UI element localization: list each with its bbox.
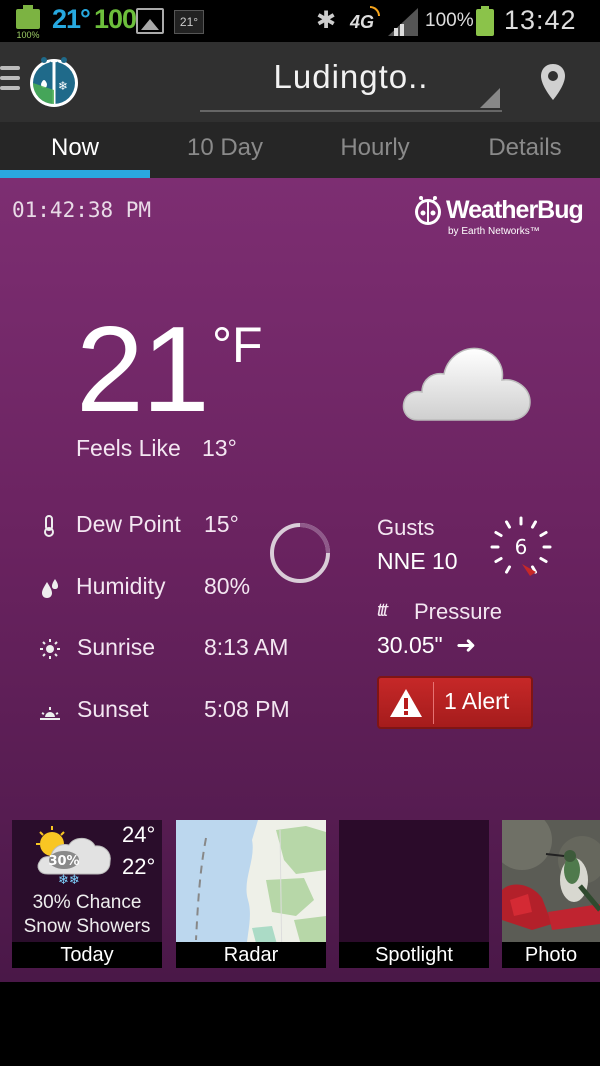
weatherbug-app-icon[interactable]: ❄ [27,54,81,108]
sunset-icon [40,707,60,720]
sunrise-icon [40,639,60,659]
today-low: 22° [122,854,156,879]
tab-10-day[interactable]: 10 Day [150,122,300,178]
current-temperature: 21 [76,301,210,437]
status-bar: 100% 21° 100 21° ✱ 4G 100% 13:42 [0,0,600,42]
gusts-value: NNE 10 [377,548,458,574]
menu-icon[interactable] [0,66,20,92]
status-temp: 21° [52,4,91,34]
today-high: 24° [122,822,156,847]
location-pin-icon[interactable] [538,62,568,102]
bottom-area [0,982,600,1066]
today-description-line2: Snow Showers [23,916,151,937]
alert-separator [433,682,434,724]
battery-small-icon: 100% [16,5,40,40]
weatherbug-subtitle: by Earth Networks™ [448,226,540,237]
data-activity-icon [370,6,380,16]
snow-showers-icon: 30% ❄❄ [36,826,111,886]
wind-compass-value: 6 [515,535,528,559]
status-temp-widget: 21° [174,10,204,34]
wind-compass-icon: 6 [490,516,552,576]
radar-caption: Radar [176,942,326,968]
sunrise-value: 8:13 AM [204,634,289,660]
sunset-label: Sunset [77,696,149,722]
tab-hourly[interactable]: Hourly [300,122,450,178]
pressure-value: 30.05" [377,632,443,658]
spotlight-tile[interactable]: Spotlight [339,820,489,968]
location-name: Ludingto.. [273,58,429,95]
svg-text:❄: ❄ [58,79,68,93]
pressure-trend-icon: ➜ [456,632,477,659]
humidity-drop-icon [42,579,58,598]
cloudy-condition-icon [402,347,531,421]
loading-spinner [270,523,330,583]
thermometer-icon [44,515,54,537]
gusts-label: Gusts [377,515,435,540]
humidity-label: Humidity [76,573,166,599]
signal-icon [388,8,418,36]
active-tab-indicator [0,170,150,178]
feature-tiles: 30% ❄❄ 24° 22° 30% Chance Snow Showers T… [0,818,600,970]
battery-small-label: 100% [16,30,40,40]
location-dropdown[interactable]: Ludingto.. [200,52,502,112]
sunrise-label: Sunrise [77,634,155,660]
status-value: 100 [94,4,137,34]
today-description-line1: 30% Chance [32,892,142,913]
today-caption: Today [12,942,162,968]
bluetooth-icon: ✱ [316,7,337,34]
pressure-icon: ttt [377,600,388,620]
tab-details[interactable]: Details [450,122,600,178]
alerts-button[interactable]: 1 Alert [377,676,533,729]
sunset-value: 5:08 PM [204,696,290,722]
warning-icon [390,689,422,717]
feels-like-label: Feels Like [76,435,181,461]
pressure-label: Pressure [414,599,503,624]
dew-point-label: Dew Point [76,511,181,537]
dew-point-value: 15° [204,511,239,537]
battery-icon [476,6,494,36]
today-precip-label: 30% [48,854,79,869]
today-forecast-tile[interactable]: 30% ❄❄ 24° 22° 30% Chance Snow Showers T… [12,820,162,968]
app-bar: ❄ Ludingto.. [0,42,600,122]
weatherbug-logo: WeatherBug by Earth Networks™ [410,192,590,242]
gallery-icon [136,8,164,34]
feels-like-value: 13° [202,435,237,461]
spotlight-caption: Spotlight [339,942,489,968]
status-clock: 13:42 [504,5,577,35]
observation-time: 01:42:38 PM [12,198,152,222]
radar-tile[interactable]: Radar [176,820,326,968]
temperature-unit: °F [212,317,263,373]
photo-tile[interactable]: Photo [502,820,600,968]
humidity-value: 80% [204,573,251,599]
weatherbug-bug-icon [415,196,441,225]
dropdown-caret-icon [480,88,500,108]
svg-text:❄❄: ❄❄ [58,873,80,886]
battery-percent: 100% [425,10,474,31]
weatherbug-brand: WeatherBug [446,196,584,224]
photo-caption: Photo [502,942,600,968]
alert-count-label: 1 Alert [444,688,510,714]
